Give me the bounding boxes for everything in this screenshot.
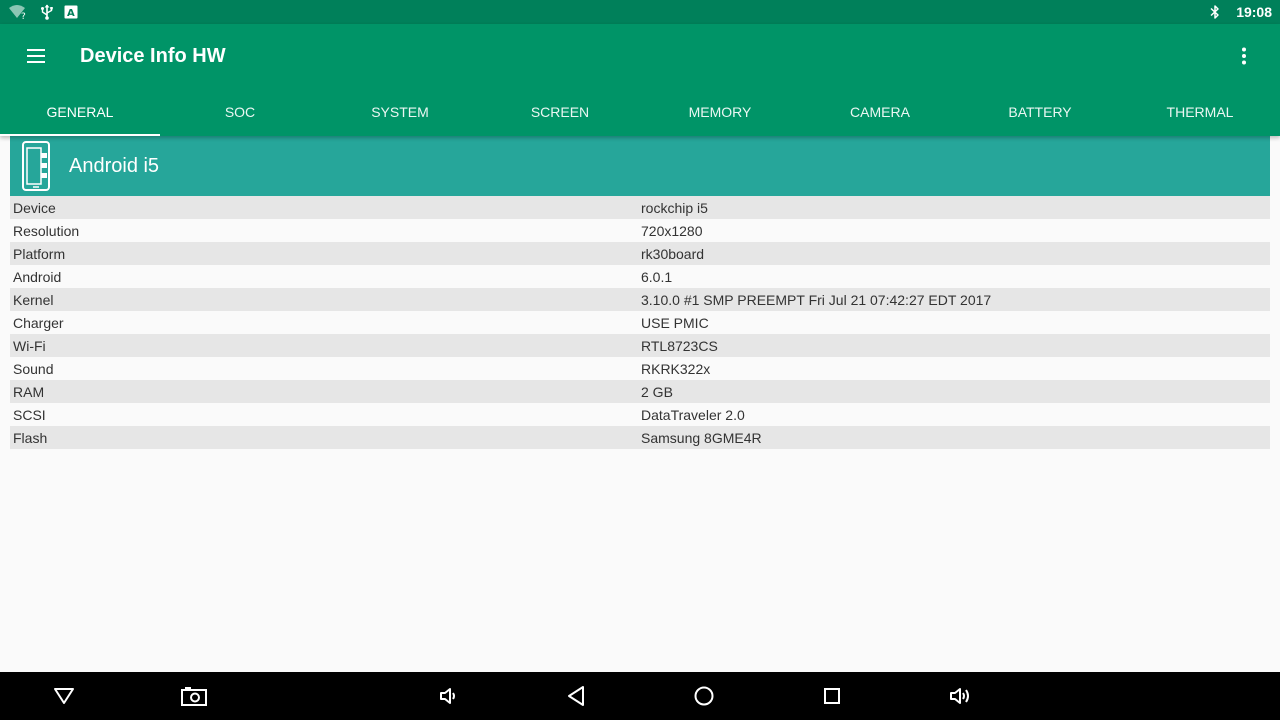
table-row: Kernel 3.10.0 #1 SMP PREEMPT Fri Jul 21 … bbox=[10, 288, 1270, 311]
table-row: Flash Samsung 8GME4R bbox=[10, 426, 1270, 449]
hide-nav-icon[interactable] bbox=[36, 672, 92, 720]
device-header: Android i5 bbox=[10, 136, 1270, 196]
table-row: Android 6.0.1 bbox=[10, 265, 1270, 288]
row-value: USE PMIC bbox=[641, 314, 709, 331]
tab-screen[interactable]: SCREEN bbox=[480, 88, 640, 136]
keyboard-a-icon: A bbox=[64, 5, 78, 19]
clock: 19:08 bbox=[1236, 4, 1272, 20]
wifi-question-icon: ? bbox=[8, 4, 30, 20]
svg-text:?: ? bbox=[21, 12, 26, 20]
more-vert-icon[interactable] bbox=[1222, 36, 1266, 76]
tab-bar: GENERAL SOC SYSTEM SCREEN MEMORY CAMERA … bbox=[0, 88, 1280, 136]
table-row: Resolution 720x1280 bbox=[10, 219, 1270, 242]
tab-general[interactable]: GENERAL bbox=[0, 88, 160, 136]
navigation-bar bbox=[0, 672, 1280, 720]
svg-text:A: A bbox=[67, 8, 75, 19]
row-label: SCSI bbox=[13, 406, 46, 423]
tab-thermal[interactable]: THERMAL bbox=[1120, 88, 1280, 136]
status-icons-left: ? A bbox=[8, 3, 78, 21]
table-row: Sound RKRK322x bbox=[10, 357, 1270, 380]
screenshot-icon[interactable] bbox=[166, 672, 222, 720]
usb-icon bbox=[40, 4, 54, 20]
row-value: DataTraveler 2.0 bbox=[641, 406, 745, 423]
row-label: Platform bbox=[13, 245, 66, 262]
table-row: RAM 2 GB bbox=[10, 380, 1270, 403]
row-label: Wi-Fi bbox=[13, 337, 46, 354]
table-row: Charger USE PMIC bbox=[10, 311, 1270, 334]
tab-battery[interactable]: BATTERY bbox=[960, 88, 1120, 136]
table-row: SCSI DataTraveler 2.0 bbox=[10, 403, 1270, 426]
row-label: Charger bbox=[13, 314, 64, 331]
device-name: Android i5 bbox=[69, 154, 160, 177]
row-value: rk30board bbox=[641, 245, 705, 262]
tab-camera[interactable]: CAMERA bbox=[800, 88, 960, 136]
tab-soc[interactable]: SOC bbox=[160, 88, 320, 136]
app-bar: Device Info HW GENERAL SOC SYSTEM SCREEN… bbox=[0, 24, 1280, 136]
bluetooth-icon bbox=[1210, 4, 1220, 20]
row-label: Device bbox=[13, 199, 56, 216]
row-value: rockchip i5 bbox=[641, 199, 708, 216]
row-value: RTL8723CS bbox=[641, 337, 718, 354]
row-value: 6.0.1 bbox=[641, 268, 673, 285]
back-icon[interactable] bbox=[548, 672, 604, 720]
volume-down-icon[interactable] bbox=[420, 672, 476, 720]
status-icons-right: 19:08 bbox=[1210, 0, 1272, 24]
tab-system[interactable]: SYSTEM bbox=[320, 88, 480, 136]
app-title: Device Info HW bbox=[80, 45, 226, 67]
home-icon[interactable] bbox=[676, 672, 732, 720]
row-label: Resolution bbox=[13, 222, 80, 239]
table-row: Device rockchip i5 bbox=[10, 196, 1270, 219]
row-label: Android bbox=[13, 268, 62, 285]
row-value: 3.10.0 #1 SMP PREEMPT Fri Jul 21 07:42:2… bbox=[641, 291, 992, 308]
volume-up-icon[interactable] bbox=[932, 672, 988, 720]
row-label: RAM bbox=[13, 383, 45, 400]
hamburger-menu-icon[interactable] bbox=[16, 36, 56, 76]
table-row: Platform rk30board bbox=[10, 242, 1270, 265]
row-label: Sound bbox=[13, 360, 54, 377]
phone-device-icon bbox=[18, 140, 54, 192]
row-value: RKRK322x bbox=[641, 360, 711, 377]
row-label: Flash bbox=[13, 429, 48, 446]
table-row: Wi-Fi RTL8723CS bbox=[10, 334, 1270, 357]
recents-icon[interactable] bbox=[804, 672, 860, 720]
row-value: 2 GB bbox=[641, 383, 673, 400]
status-bar: ? A 19:08 bbox=[0, 0, 1280, 24]
row-value: Samsung 8GME4R bbox=[641, 429, 762, 446]
row-value: 720x1280 bbox=[641, 222, 703, 239]
info-table: Device rockchip i5 Resolution 720x1280 P… bbox=[10, 196, 1270, 449]
tab-memory[interactable]: MEMORY bbox=[640, 88, 800, 136]
row-label: Kernel bbox=[13, 291, 54, 308]
